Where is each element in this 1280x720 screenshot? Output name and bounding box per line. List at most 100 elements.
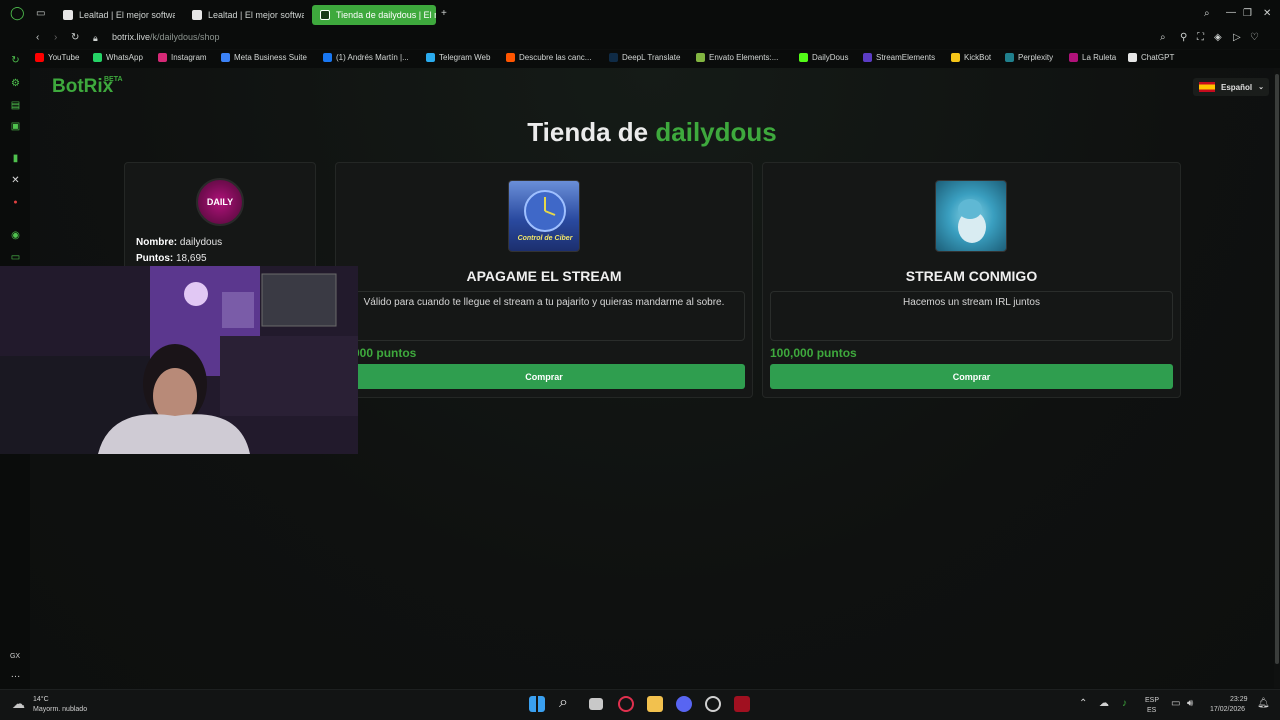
- new-tab-icon[interactable]: +: [441, 8, 447, 20]
- forward-icon[interactable]: ›: [54, 32, 57, 44]
- player-icon[interactable]: ▷: [1233, 32, 1241, 44]
- item-image-caption: Control de Ciber: [517, 235, 573, 242]
- language-select[interactable]: Español ⌄: [1193, 78, 1269, 96]
- buy-button[interactable]: Comprar: [770, 364, 1173, 389]
- clock-date[interactable]: 17/02/2026: [1210, 705, 1245, 714]
- back-icon[interactable]: ‹: [36, 32, 39, 44]
- gx-label[interactable]: GX: [8, 651, 22, 662]
- bookmark-streamelements[interactable]: StreamElements: [863, 53, 935, 62]
- bookmark-soundcloud[interactable]: Descubre las canc...: [506, 53, 591, 62]
- name-label: Nombre:: [136, 237, 178, 248]
- windows-start-icon[interactable]: [529, 696, 545, 712]
- facebook-icon: [323, 53, 332, 62]
- bookmark-label: Meta Business Suite: [234, 53, 307, 62]
- cloud-sync-icon[interactable]: ☁: [1099, 698, 1109, 709]
- item-image-control-ciber: Control de Ciber: [508, 180, 580, 252]
- tab-label: Lealtad | El mejor software: [208, 10, 304, 20]
- tab-lealtad-2[interactable]: Lealtad | El mejor software: [184, 5, 304, 25]
- avatar: DAILY: [196, 178, 244, 226]
- network-icon[interactable]: ▭: [1171, 698, 1180, 709]
- tab-lealtad-1[interactable]: Lealtad | El mejor software: [55, 5, 175, 25]
- weather-temp[interactable]: 14°C: [33, 695, 49, 704]
- bookmark-meta-business[interactable]: Meta Business Suite: [221, 53, 307, 62]
- item-title: STREAM CONMIGO: [905, 268, 1038, 284]
- tab-label: Tienda de dailydous | El m: [336, 10, 436, 20]
- language-layout[interactable]: ES: [1147, 706, 1156, 715]
- task-view-icon[interactable]: [589, 698, 603, 710]
- weather-icon[interactable]: ☁: [12, 696, 25, 712]
- tab-manager-icon[interactable]: ▭: [36, 8, 45, 20]
- bookmark-la-ruleta[interactable]: La Ruleta: [1069, 53, 1116, 62]
- bookmark-label: Descubre las canc...: [519, 53, 592, 62]
- lock-icon: 🔒︎: [93, 33, 98, 43]
- chevron-up-icon[interactable]: ⌃: [1079, 698, 1087, 709]
- kickbot-icon: [951, 53, 960, 62]
- bookmark-label: (1) Andrés Martín |...: [336, 53, 409, 62]
- notification-icon[interactable]: ●: [10, 197, 21, 208]
- language-code[interactable]: ESP: [1145, 696, 1159, 705]
- opera-gx-taskbar-icon[interactable]: [618, 696, 634, 712]
- pin-icon[interactable]: ⚲: [1180, 32, 1187, 44]
- gx-control-icon[interactable]: ↻: [10, 55, 21, 66]
- bookmark-telegram[interactable]: Telegram Web: [426, 53, 490, 62]
- minimize-icon[interactable]: —: [1226, 7, 1236, 19]
- search-icon[interactable]: ⌕: [559, 694, 568, 712]
- discord-icon[interactable]: [676, 696, 692, 712]
- bookmark-label: YouTube: [48, 53, 80, 62]
- workspace-icon[interactable]: ▤: [10, 100, 21, 111]
- app-red-icon[interactable]: [734, 696, 750, 712]
- search-tabs-icon[interactable]: ⌕: [1204, 8, 1210, 20]
- bookmark-whatsapp[interactable]: WhatsApp: [93, 53, 143, 62]
- telegram-icon: [426, 53, 435, 62]
- deepl-icon: [609, 53, 618, 62]
- bookmark-perplexity[interactable]: Perplexity: [1005, 53, 1053, 62]
- microphone-icon[interactable]: ♪: [1122, 698, 1127, 709]
- reload-icon[interactable]: ↻: [71, 32, 79, 44]
- meta-icon: [221, 53, 230, 62]
- bookmark-chatgpt[interactable]: ChatGPT: [1128, 53, 1174, 62]
- twitch-icon[interactable]: ▮: [10, 153, 21, 164]
- user-points-row: Puntos: 18,695: [136, 253, 207, 264]
- maximize-icon[interactable]: ❐: [1243, 8, 1252, 20]
- bookmark-facebook[interactable]: (1) Andrés Martín |...: [323, 53, 409, 62]
- snapshot-icon[interactable]: ⛶: [1197, 32, 1204, 44]
- weather-desc[interactable]: Mayorm. nublado: [33, 705, 87, 714]
- volume-icon[interactable]: 🔊︎: [1187, 698, 1193, 709]
- vpn-icon[interactable]: ◈: [1214, 32, 1222, 44]
- bookmark-label: La Ruleta: [1082, 53, 1117, 62]
- extensions-icon[interactable]: ⚙: [10, 78, 21, 89]
- bookmark-dailydous[interactable]: DailyDous: [799, 53, 848, 62]
- site-favicon-icon: [192, 10, 202, 20]
- tab-tienda[interactable]: Tienda de dailydous | El m: [312, 5, 436, 25]
- player-sidebar-icon[interactable]: ◉: [10, 230, 21, 241]
- scroll-thumb[interactable]: [1275, 74, 1279, 664]
- shop-title-name: dailydous: [655, 117, 777, 147]
- bookmark-instagram[interactable]: Instagram: [158, 53, 207, 62]
- webcam-overlay: [0, 266, 358, 454]
- file-explorer-icon[interactable]: [647, 696, 663, 712]
- heart-icon[interactable]: ♡: [1250, 32, 1259, 44]
- tab-bar: ◯ ▭ Lealtad | El mejor software Lealtad …: [0, 0, 1280, 29]
- zoom-icon[interactable]: ⌕: [1160, 32, 1166, 44]
- bookmark-label: Perplexity: [1018, 53, 1054, 62]
- item-description: Hacemos un stream IRL juntos: [770, 291, 1173, 341]
- clock-time[interactable]: 23:29: [1230, 695, 1248, 704]
- bookmark-envato[interactable]: Envato Elements:...: [696, 53, 778, 62]
- bookmark-deepl[interactable]: DeepL Translate: [609, 53, 680, 62]
- url-field[interactable]: botrix.live/k/dailydous/shop: [112, 32, 220, 42]
- points-value: 18,695: [176, 253, 207, 264]
- more-icon[interactable]: …: [10, 669, 21, 680]
- clock-icon: [524, 190, 566, 232]
- close-icon[interactable]: ✕: [1263, 8, 1271, 20]
- user-name-row: Nombre: dailydous: [136, 237, 222, 248]
- buy-button[interactable]: Comprar: [343, 364, 745, 389]
- notification-bell-icon[interactable]: 🔔︎: [1257, 698, 1270, 709]
- app-spiral-icon[interactable]: [705, 696, 721, 712]
- x-icon[interactable]: ✕: [10, 175, 21, 186]
- bookmark-youtube[interactable]: YouTube: [35, 53, 79, 62]
- opera-logo-icon[interactable]: ◯: [10, 6, 25, 19]
- bookmark-label: WhatsApp: [106, 53, 143, 62]
- site-favicon-icon: [63, 10, 73, 20]
- history-icon[interactable]: ▭: [10, 252, 21, 263]
- bookmark-kickbot[interactable]: KickBot: [951, 53, 991, 62]
